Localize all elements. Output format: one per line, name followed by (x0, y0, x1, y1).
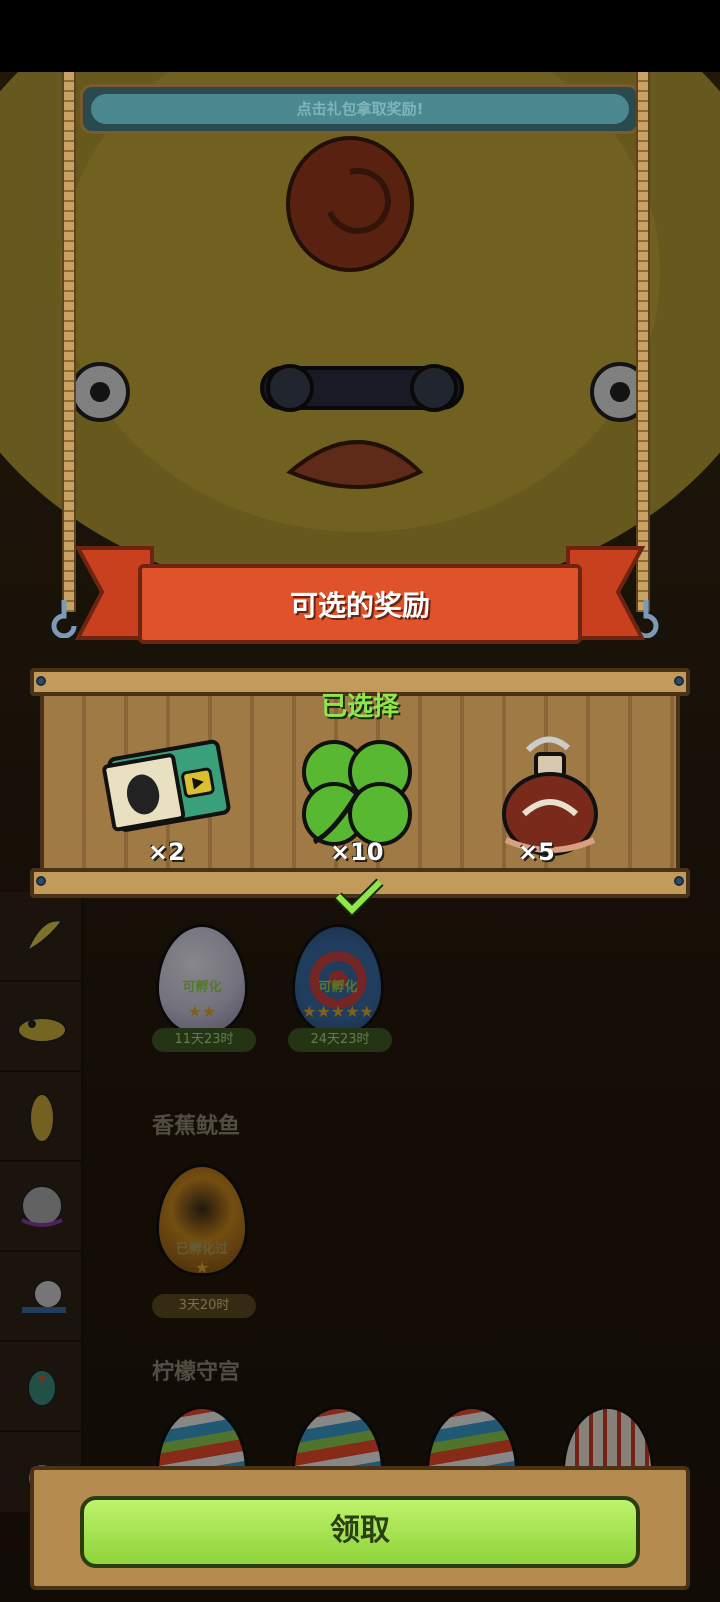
selected-label: 已选择 (320, 692, 399, 722)
rope-right (636, 72, 650, 612)
reward-clover-qty: ×10 (330, 838, 384, 866)
reward-clover-icon[interactable] (294, 732, 424, 852)
rivet (36, 676, 46, 686)
title-ribbon: 可选的奖励 (74, 546, 646, 658)
rivet (36, 876, 46, 886)
rope-left (62, 72, 76, 612)
rivet (674, 876, 684, 886)
reward-ticket-icon[interactable] (100, 736, 236, 836)
reward-ticket-qty: ×2 (148, 838, 185, 866)
hint-text: 点击礼包拿取奖励! (91, 94, 629, 124)
hint-banner: 点击礼包拿取奖励! (80, 84, 640, 134)
rivet (674, 676, 684, 686)
reward-potion-qty: ×5 (518, 838, 555, 866)
claim-button[interactable]: 领取 (80, 1496, 640, 1568)
check-icon (334, 878, 384, 916)
status-bar (0, 0, 720, 72)
panel-title: 可选的奖励 (289, 589, 430, 622)
